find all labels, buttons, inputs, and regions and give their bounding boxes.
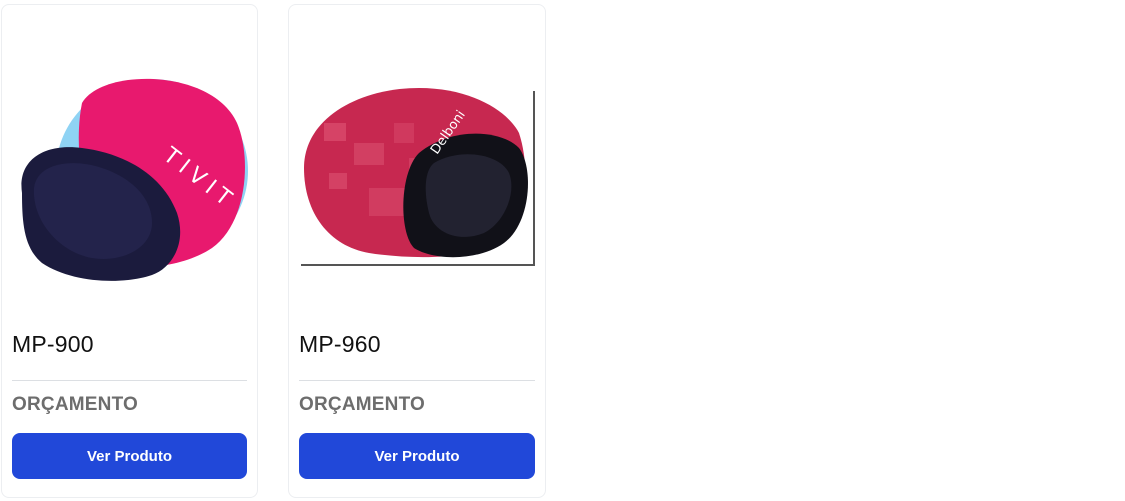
price-label: ORÇAMENTO (12, 394, 139, 415)
mousepad-image: TIVIT (12, 63, 249, 288)
divider (299, 380, 535, 381)
view-product-button[interactable]: Ver Produto (299, 433, 535, 479)
product-image[interactable]: TIVIT (12, 63, 249, 288)
divider (12, 380, 247, 381)
product-card[interactable]: TIVIT MP-900 ORÇAMENTO Ver Produto (1, 4, 258, 498)
product-title[interactable]: MP-900 (12, 331, 94, 358)
product-image[interactable]: Delboni (299, 63, 536, 288)
product-grid: TIVIT MP-900 ORÇAMENTO Ver Produto Delbo… (0, 0, 1125, 501)
mousepad-image: Delboni (299, 63, 536, 288)
price-label: ORÇAMENTO (299, 394, 426, 415)
product-title[interactable]: MP-960 (299, 331, 381, 358)
product-card[interactable]: Delboni MP-960 ORÇAMENTO Ver Produto (288, 4, 546, 498)
view-product-button[interactable]: Ver Produto (12, 433, 247, 479)
